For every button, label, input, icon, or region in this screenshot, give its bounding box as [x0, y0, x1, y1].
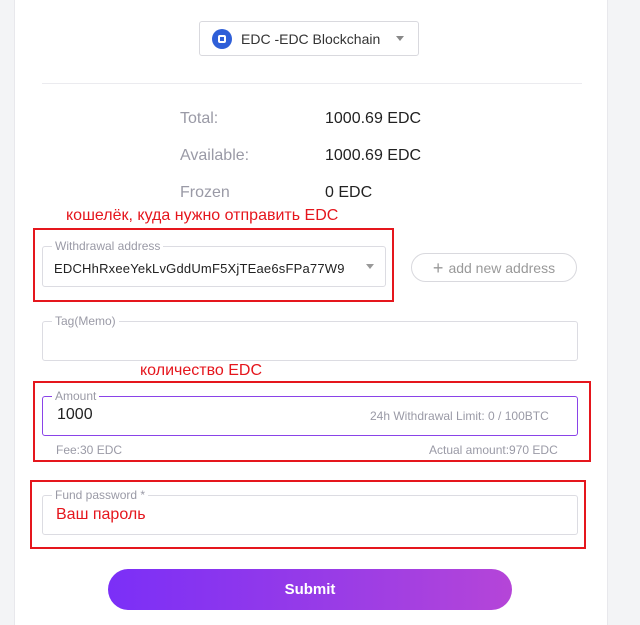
wallet-annotation: кошелёк, куда нужно отправить EDC — [66, 207, 339, 224]
total-value: 1000.69 EDC — [325, 110, 422, 127]
available-value: 1000.69 EDC — [325, 147, 422, 164]
submit-label: Submit — [284, 581, 336, 598]
submit-button[interactable]: Submit — [108, 569, 512, 610]
tag-memo-field[interactable] — [42, 321, 578, 361]
amount-value: 1000 — [57, 406, 93, 423]
tag-memo-label: Tag(Memo) — [52, 315, 119, 327]
chevron-down-icon — [396, 36, 404, 41]
actual-amount-text: Actual amount:970 EDC — [429, 443, 558, 457]
divider — [42, 83, 582, 84]
total-label: Total: — [180, 110, 219, 127]
amount-annotation: количество EDC — [140, 362, 263, 379]
withdrawal-address-value: EDCHhRxeeYekLvGddUmF5XjTEae6sFPa77W9 — [54, 261, 345, 276]
fee-text: Fee:30 EDC — [56, 443, 123, 457]
currency-selector-label: EDC -EDC Blockchain — [241, 30, 381, 47]
plus-icon: + — [432, 257, 444, 278]
currency-selector[interactable]: EDC -EDC Blockchain — [199, 21, 419, 56]
withdrawal-address-label: Withdrawal address — [52, 240, 164, 252]
add-new-address-button[interactable]: + add new address — [411, 253, 577, 282]
chevron-down-icon[interactable] — [366, 264, 374, 269]
fund-password-placeholder: Ваш пароль — [56, 506, 146, 523]
frozen-value: 0 EDC — [325, 184, 373, 201]
fund-password-label: Fund password * — [52, 489, 149, 501]
add-new-address-label: add new address — [448, 259, 556, 276]
frozen-label: Frozen — [180, 184, 230, 201]
amount-label: Amount — [52, 390, 100, 402]
withdrawal-limit-text: 24h Withdrawal Limit: 0 / 100BTC — [370, 409, 549, 423]
edc-coin-icon — [212, 28, 232, 49]
available-label: Available: — [180, 147, 250, 164]
